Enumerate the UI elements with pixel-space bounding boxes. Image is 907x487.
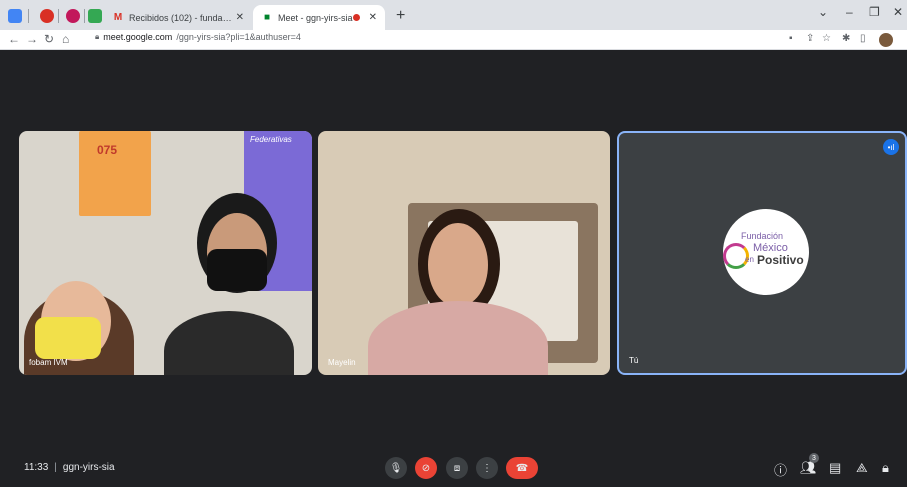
participant-name: Mayelin: [328, 358, 356, 367]
lock-icon: 🔒︎: [95, 32, 100, 41]
gmail-icon: M: [113, 12, 123, 23]
speaking-indicator-icon: •ıl: [883, 139, 899, 155]
tab-gmail[interactable]: M Recibidos (102) - fundacionmxpo ✕: [104, 5, 252, 30]
home-icon[interactable]: ⌂: [62, 32, 69, 46]
camera-off-icon: ⊘: [421, 462, 431, 474]
logo-text: Positivo: [757, 253, 804, 267]
meeting-details: 11:33 | ggn-yirs-sia: [24, 462, 115, 473]
close-window-icon[interactable]: ✕: [893, 5, 903, 19]
self-tile[interactable]: •ıl Fundación México en Positivo Tú: [617, 131, 907, 375]
restore-icon[interactable]: ❐: [869, 5, 880, 19]
address-bar: ← → ↻ ⌂ 🔒︎ meet.google.com/ggn-yirs-sia?…: [0, 30, 907, 50]
poster-number: 075: [97, 143, 118, 157]
tab-search-icon[interactable]: ⌄: [818, 5, 828, 19]
pinned-app-icon[interactable]: [66, 9, 80, 23]
back-icon[interactable]: ←: [8, 32, 20, 46]
face-mask: [35, 317, 101, 359]
meet-icon: ■: [263, 12, 271, 23]
recording-indicator-icon: [352, 14, 360, 21]
meeting-code: ggn-yirs-sia: [62, 462, 115, 473]
forward-icon[interactable]: →: [26, 32, 38, 46]
tab-separator: [58, 9, 59, 23]
participant-face: [428, 223, 488, 307]
leave-call-button[interactable]: ☎︎: [506, 457, 538, 479]
microphone-button[interactable]: 🎙︎: [385, 457, 407, 479]
url-host: meet.google.com: [103, 32, 173, 42]
minimize-icon[interactable]: –: [846, 5, 853, 19]
reload-icon[interactable]: ↻: [44, 32, 54, 46]
microphone-icon: 🎙︎: [389, 462, 403, 474]
tab-meet[interactable]: ■ Meet - ggn-yirs-sia ✕: [253, 5, 385, 30]
more-options-button[interactable]: ⋮: [476, 457, 498, 479]
chat-icon[interactable]: ▤: [829, 460, 841, 476]
participant-count-badge: 3: [809, 453, 819, 463]
share-icon[interactable]: ⇪: [806, 33, 814, 44]
logo-text: Fundación: [741, 231, 784, 241]
new-tab-button[interactable]: +: [396, 7, 405, 25]
url-path: /ggn-yirs-sia?pli=1&authuser=4: [176, 32, 301, 42]
logo-text: en: [745, 255, 754, 264]
meeting-separator: |: [54, 462, 57, 473]
drive-icon[interactable]: [88, 9, 102, 23]
tab-separator: [84, 9, 85, 23]
recording-app-icon[interactable]: [40, 9, 54, 23]
organization-logo: Fundación México en Positivo: [723, 209, 809, 295]
tab-separator: [28, 9, 29, 23]
present-screen-icon: ⧈: [453, 462, 461, 474]
tab-title: Meet - ggn-yirs-sia: [278, 12, 353, 23]
tab-title: Recibidos (102) - fundacionmxpo: [129, 12, 232, 23]
close-tab-icon[interactable]: ✕: [369, 12, 377, 23]
banner-text: Federativas: [250, 135, 292, 144]
wall-poster: 075: [79, 131, 151, 216]
bookmark-app-icon[interactable]: [8, 9, 22, 23]
participant-name: Tú: [629, 356, 639, 365]
more-vert-icon: ⋮: [482, 462, 492, 474]
participant-body: [164, 311, 294, 375]
activities-icon[interactable]: ⟁: [856, 460, 868, 476]
present-button[interactable]: ⧈: [446, 457, 468, 479]
meeting-time: 11:33: [24, 462, 49, 473]
side-panel-icon[interactable]: ▯: [860, 33, 866, 44]
profile-avatar[interactable]: [879, 33, 893, 47]
camera-icon[interactable]: ▪: [789, 33, 793, 44]
face-mask: [207, 249, 267, 291]
browser-tab-bar: M Recibidos (102) - fundacionmxpo ✕ ■ Me…: [0, 0, 907, 30]
camera-button[interactable]: ⊘: [415, 457, 437, 479]
host-controls-icon[interactable]: 🔒︎: [882, 460, 889, 476]
participant-tile[interactable]: Mayelin: [318, 131, 610, 375]
extensions-icon[interactable]: ✱: [842, 33, 850, 44]
participant-name: fobam IVM: [29, 358, 68, 367]
hangup-icon: ☎︎: [515, 462, 529, 474]
close-tab-icon[interactable]: ✕: [236, 12, 244, 23]
bookmark-star-icon[interactable]: ☆: [822, 33, 831, 44]
meeting-info-icon[interactable]: ⓘ: [774, 460, 787, 479]
participant-tile[interactable]: 075 Federativas fobam IVM: [19, 131, 312, 375]
url-field[interactable]: 🔒︎ meet.google.com/ggn-yirs-sia?pli=1&au…: [95, 32, 301, 42]
